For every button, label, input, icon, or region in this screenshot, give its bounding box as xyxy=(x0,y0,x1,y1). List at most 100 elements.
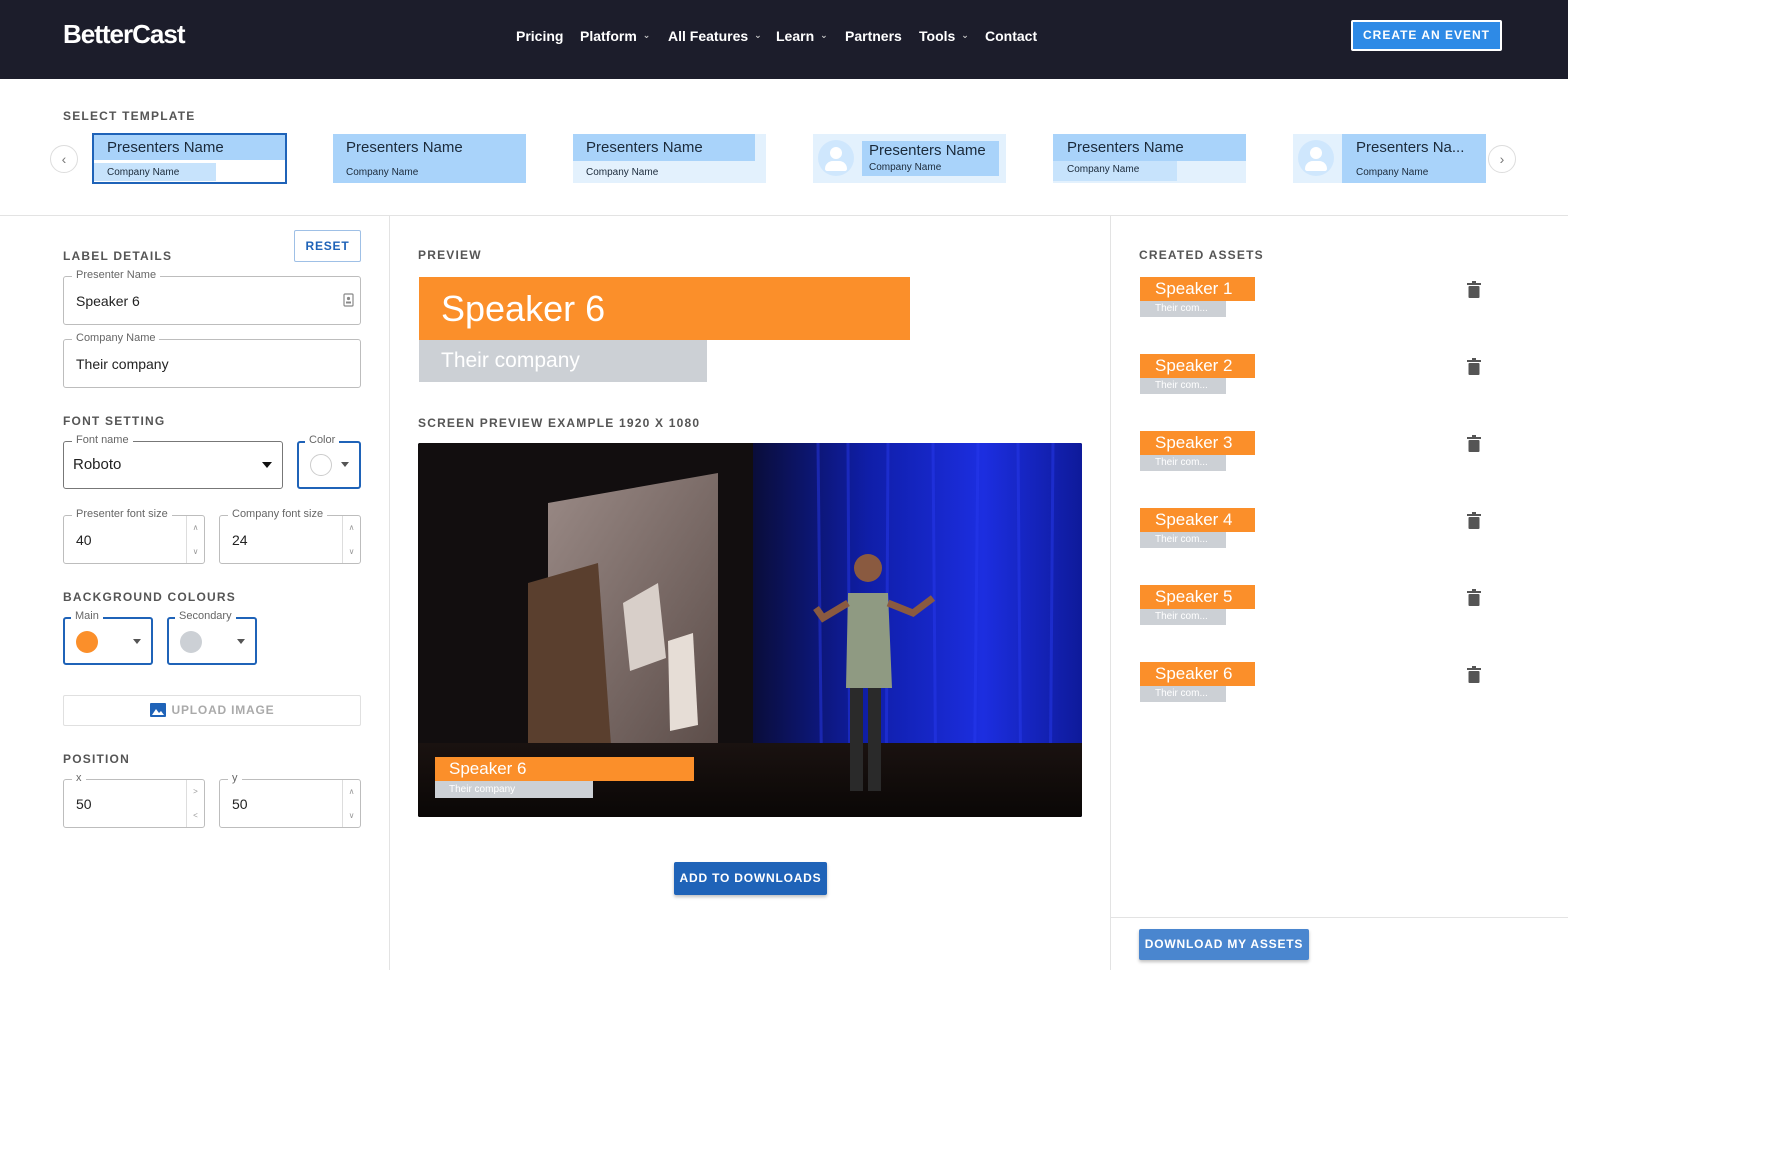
top-nav-bar: BetterCast Pricing Platform ⌄ All Feature… xyxy=(0,0,1568,79)
reset-button[interactable]: RESET xyxy=(294,230,361,262)
template-card-5[interactable]: Presenters Name Company Name xyxy=(1053,134,1246,183)
create-event-button[interactable]: CREATE AN EVENT xyxy=(1351,20,1502,51)
main-color-picker[interactable]: Main xyxy=(63,610,153,665)
asset-company-label: Their com... xyxy=(1140,609,1226,625)
dropdown-arrow-icon xyxy=(237,639,245,644)
created-assets-heading: CREATED ASSETS xyxy=(1139,248,1264,262)
position-y-input[interactable]: y 50 ∧ ∨ xyxy=(219,772,361,828)
number-spinner[interactable]: ∧ ∨ xyxy=(342,780,360,827)
logo[interactable]: BetterCast xyxy=(63,19,185,50)
nav-contact[interactable]: Contact xyxy=(985,28,1037,44)
chevron-down-icon[interactable]: ∨ xyxy=(187,540,204,564)
chevron-down-icon: ⌄ xyxy=(961,30,969,40)
template-card-2[interactable]: Presenters Name Company Name xyxy=(333,134,526,183)
number-spinner[interactable]: ∧ ∨ xyxy=(342,516,360,563)
template-company: Company Name xyxy=(346,167,419,178)
chevron-down-icon: ⌄ xyxy=(642,30,651,40)
divider xyxy=(0,215,1568,216)
nav-all-features[interactable]: All Features ⌄ xyxy=(668,28,762,44)
avatar-placeholder-icon xyxy=(1298,140,1334,176)
position-x-input[interactable]: x 50 > < xyxy=(63,772,205,828)
nav-learn[interactable]: Learn ⌄ xyxy=(776,28,828,44)
select-template-heading: SELECT TEMPLATE xyxy=(63,109,196,123)
presenter-name-field[interactable]: Presenter Name Speaker 6 xyxy=(63,269,361,325)
font-setting-heading: FONT SETTING xyxy=(63,414,166,428)
chevron-left-icon: ‹ xyxy=(61,151,67,167)
asset-company-label: Their com... xyxy=(1140,532,1226,548)
trash-icon[interactable] xyxy=(1467,358,1481,375)
preview-presenter-label: Speaker 6 xyxy=(419,277,910,340)
prev-template-button[interactable]: ‹ xyxy=(50,145,78,173)
trash-icon[interactable] xyxy=(1467,435,1481,452)
template-company: Company Name xyxy=(1356,167,1429,178)
field-label: y xyxy=(228,772,242,784)
chevron-down-icon[interactable]: ∨ xyxy=(343,540,360,564)
template-card-6[interactable]: Presenters Na... Company Name xyxy=(1293,134,1486,183)
next-template-button[interactable]: › xyxy=(1488,145,1516,173)
asset-company-label: Their com... xyxy=(1140,378,1226,394)
asset-company-label: Their com... xyxy=(1140,455,1226,471)
upload-image-button[interactable]: UPLOAD IMAGE xyxy=(63,695,361,726)
template-name: Presenters Name xyxy=(346,139,463,156)
field-value: 50 xyxy=(76,796,92,812)
nav-label: Platform xyxy=(580,28,637,44)
chevron-right-icon[interactable]: > xyxy=(187,780,204,804)
contact-card-icon xyxy=(343,293,354,307)
field-value: 50 xyxy=(232,796,248,812)
chevron-left-icon[interactable]: < xyxy=(187,804,204,828)
trash-icon[interactable] xyxy=(1467,666,1481,683)
nav-tools[interactable]: Tools ⌄ xyxy=(919,28,969,44)
nav-platform[interactable]: Platform ⌄ xyxy=(580,28,650,44)
nav-partners[interactable]: Partners xyxy=(845,28,902,44)
field-label: Color xyxy=(305,434,340,446)
company-name-field[interactable]: Company Name Their company xyxy=(63,332,361,388)
template-name: Presenters Name xyxy=(1067,139,1184,156)
company-font-size-input[interactable]: Company font size 24 ∧ ∨ xyxy=(219,508,361,564)
nav-label: Pricing xyxy=(516,28,564,44)
chevron-up-icon[interactable]: ∧ xyxy=(343,780,360,804)
dropdown-arrow-icon xyxy=(133,639,141,644)
nav-label: All Features xyxy=(668,28,749,44)
field-label: x xyxy=(72,772,86,784)
screen-preview-image: Speaker 6 Their company xyxy=(418,443,1082,817)
chevron-down-icon: ⌄ xyxy=(754,30,762,40)
nav-pricing[interactable]: Pricing xyxy=(516,28,563,44)
font-name-select[interactable]: Font name Roboto xyxy=(63,434,283,489)
nav-label: Learn xyxy=(776,28,815,44)
field-label: Company font size xyxy=(228,508,328,520)
asset-name-label: Speaker 1 xyxy=(1140,277,1255,301)
trash-icon[interactable] xyxy=(1467,589,1481,606)
number-spinner[interactable]: > < xyxy=(186,780,204,827)
field-label: Font name xyxy=(72,434,133,446)
field-value: Their company xyxy=(76,356,169,372)
asset-name-label: Speaker 5 xyxy=(1140,585,1255,609)
nav-label: Contact xyxy=(985,28,1038,44)
field-value: Speaker 6 xyxy=(76,293,140,309)
chevron-up-icon[interactable]: ∧ xyxy=(187,516,204,540)
chevron-down-icon[interactable]: ∨ xyxy=(343,804,360,828)
template-name: Presenters Na... xyxy=(1356,139,1465,156)
download-assets-button[interactable]: DOWNLOAD MY ASSETS xyxy=(1139,929,1309,960)
template-company: Company Name xyxy=(107,167,180,178)
asset-company-label: Their com... xyxy=(1140,301,1226,317)
chevron-down-icon: ⌄ xyxy=(820,30,828,40)
overlay-presenter-label: Speaker 6 xyxy=(435,757,694,781)
presenter-font-size-input[interactable]: Presenter font size 40 ∧ ∨ xyxy=(63,508,205,564)
chevron-up-icon[interactable]: ∧ xyxy=(343,516,360,540)
field-value: Roboto xyxy=(73,456,122,473)
add-to-downloads-button[interactable]: ADD TO DOWNLOADS xyxy=(674,862,827,895)
dropdown-arrow-icon xyxy=(341,462,349,467)
font-color-picker[interactable]: Color xyxy=(297,434,361,489)
number-spinner[interactable]: ∧ ∨ xyxy=(186,516,204,563)
field-label: Secondary xyxy=(175,610,236,622)
trash-icon[interactable] xyxy=(1467,281,1481,298)
asset-name-label: Speaker 6 xyxy=(1140,662,1255,686)
field-label: Presenter Name xyxy=(72,269,161,281)
template-card-4[interactable]: Presenters Name Company Name xyxy=(813,134,1006,183)
secondary-color-picker[interactable]: Secondary xyxy=(167,610,257,665)
field-label: Main xyxy=(71,610,103,622)
upload-image-label: UPLOAD IMAGE xyxy=(171,703,275,717)
template-card-1[interactable]: Presenters Name Company Name xyxy=(92,133,287,184)
template-card-3[interactable]: Presenters Name Company Name xyxy=(573,134,766,183)
trash-icon[interactable] xyxy=(1467,512,1481,529)
